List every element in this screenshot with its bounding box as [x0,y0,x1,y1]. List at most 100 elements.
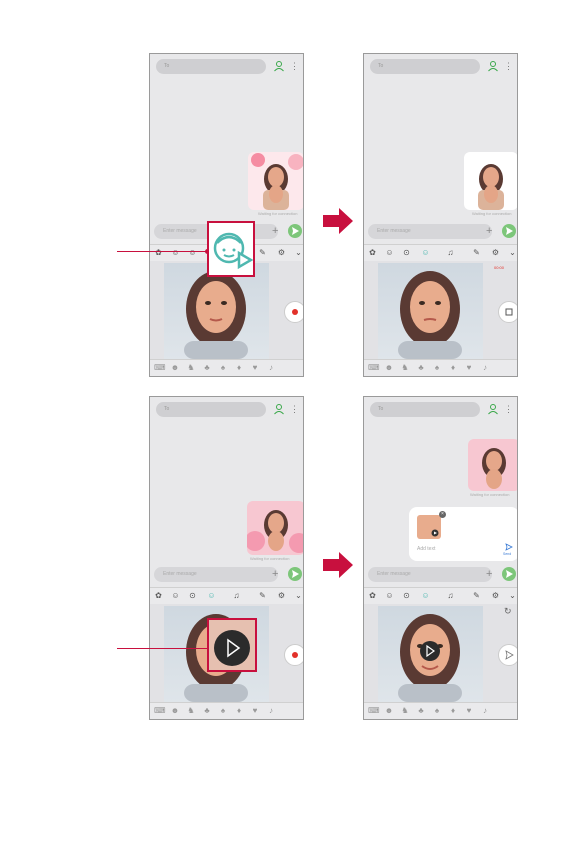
contact-icon[interactable] [487,60,499,72]
gif-icon[interactable]: ⊙ [402,591,411,600]
emoji-icon[interactable]: ☺ [385,591,394,600]
recipient-search-input[interactable]: To [156,402,266,417]
keyboard-icon[interactable]: ⌨ [154,363,166,373]
avatar-thumb[interactable]: ♦ [234,363,244,373]
send-button[interactable] [288,567,302,581]
avatar-thumb[interactable]: ♠ [432,706,442,716]
ar-emoji-icon[interactable]: ☺ [421,248,430,257]
avatar-thumb[interactable]: ♣ [202,706,212,716]
more-icon[interactable]: ⋮ [504,60,513,72]
chevron-down-icon[interactable]: ⌄ [294,248,303,257]
handwriting-icon[interactable]: ✎ [472,248,481,257]
avatar-thumb[interactable]: ♦ [234,706,244,716]
avatar-thumb[interactable]: ♞ [186,363,196,373]
avatar-thumb[interactable]: ♠ [218,363,228,373]
sticker-message[interactable] [247,501,303,555]
camera-preview: ↻ [364,604,517,704]
avatar-thumb[interactable]: ♣ [416,363,426,373]
ar-emoji-icon[interactable]: ☺ [421,591,430,600]
keyboard-icon[interactable]: ⌨ [368,706,380,716]
mic-icon[interactable]: ♫ [446,591,455,600]
avatar-thumb[interactable]: ♦ [448,706,458,716]
avatar-thumb[interactable]: ♠ [432,363,442,373]
avatar-thumb[interactable]: ♠ [218,706,228,716]
keyboard-icon[interactable]: ⌨ [154,706,166,716]
chevron-down-icon[interactable]: ⌄ [508,591,517,600]
avatar-thumb[interactable]: ☻ [384,363,394,373]
plus-icon[interactable]: + [272,569,278,580]
chevron-down-icon[interactable]: ⌄ [508,248,517,257]
send-button[interactable] [502,567,516,581]
sticker-message[interactable] [248,152,303,210]
avatar-thumb[interactable]: ♥ [464,363,474,373]
record-button[interactable] [284,644,303,666]
message-input[interactable]: Enter message [368,224,492,239]
avatar-thumb[interactable]: ♥ [250,363,260,373]
more-icon[interactable]: ⋮ [504,403,513,415]
emoji-icon[interactable]: ☺ [385,248,394,257]
handwriting-icon[interactable]: ✎ [258,591,267,600]
avatar-thumb[interactable]: ♪ [480,706,490,716]
avatar-thumb[interactable]: ☻ [170,363,180,373]
sticker-icon[interactable]: ✿ [154,591,163,600]
avatar-thumb[interactable]: ♥ [464,706,474,716]
recipient-search-input[interactable]: To [156,59,266,74]
handwriting-icon[interactable]: ✎ [472,591,481,600]
plus-icon[interactable]: + [486,226,492,237]
settings-icon[interactable]: ⚙ [491,248,500,257]
message-input[interactable]: Enter message [154,567,278,582]
gif-icon[interactable]: ⊙ [402,248,411,257]
close-icon[interactable]: × [439,511,446,518]
send-recording-button[interactable] [498,644,517,666]
more-icon[interactable]: ⋮ [290,403,299,415]
contact-icon[interactable] [273,403,285,415]
avatar-thumb[interactable]: ☻ [170,706,180,716]
handwriting-icon[interactable]: ✎ [258,248,267,257]
avatar-thumb[interactable]: ♦ [448,363,458,373]
avatar-thumb[interactable]: ♞ [400,706,410,716]
send-button[interactable] [502,224,516,238]
avatar-thumb[interactable]: ♣ [416,706,426,716]
recipient-search-input[interactable]: To [370,59,480,74]
emoji-icon[interactable]: ☺ [171,248,180,257]
avatar-thumb[interactable]: ♣ [202,363,212,373]
avatar-thumb[interactable]: ♥ [250,706,260,716]
message-input[interactable]: Enter message [368,567,492,582]
plus-icon[interactable]: + [272,226,278,237]
send-button[interactable] [288,224,302,238]
sticker-message[interactable] [468,439,517,491]
emoji-icon[interactable]: ☺ [171,591,180,600]
avatar-thumb[interactable]: ☻ [384,706,394,716]
sticker-message[interactable] [464,152,517,210]
gif-icon[interactable]: ⊙ [188,591,197,600]
settings-icon[interactable]: ⚙ [491,591,500,600]
avatar-thumb[interactable]: ♪ [480,363,490,373]
settings-icon[interactable]: ⚙ [277,591,286,600]
ar-emoji-icon[interactable]: ☺ [207,591,216,600]
avatar-thumb[interactable]: ♞ [186,706,196,716]
contact-icon[interactable] [487,403,499,415]
avatar-thumb[interactable]: ♪ [266,706,276,716]
attachment-text-input[interactable]: Add text [417,546,435,552]
sticker-icon[interactable]: ✿ [368,591,377,600]
attachment-thumbnail[interactable] [417,515,441,539]
contact-icon[interactable] [273,60,285,72]
ar-emoji-icon[interactable]: ☺ [188,248,197,257]
mic-icon[interactable]: ♫ [232,591,241,600]
record-button[interactable] [284,301,303,323]
sticker-icon[interactable]: ✿ [368,248,377,257]
plus-icon[interactable]: + [486,569,492,580]
mic-icon[interactable]: ♫ [446,248,455,257]
chevron-down-icon[interactable]: ⌄ [294,591,303,600]
avatar-thumb[interactable]: ♞ [400,363,410,373]
stop-button[interactable] [498,301,517,323]
more-icon[interactable]: ⋮ [290,60,299,72]
recipient-search-input[interactable]: To [370,402,480,417]
avatar-thumb[interactable]: ♪ [266,363,276,373]
send-icon[interactable] [505,543,513,551]
send-label: Send [503,552,512,556]
settings-icon[interactable]: ⚙ [277,248,286,257]
refresh-icon[interactable]: ↻ [504,606,512,617]
sticker-icon[interactable]: ✿ [154,248,163,257]
keyboard-icon[interactable]: ⌨ [368,363,380,373]
